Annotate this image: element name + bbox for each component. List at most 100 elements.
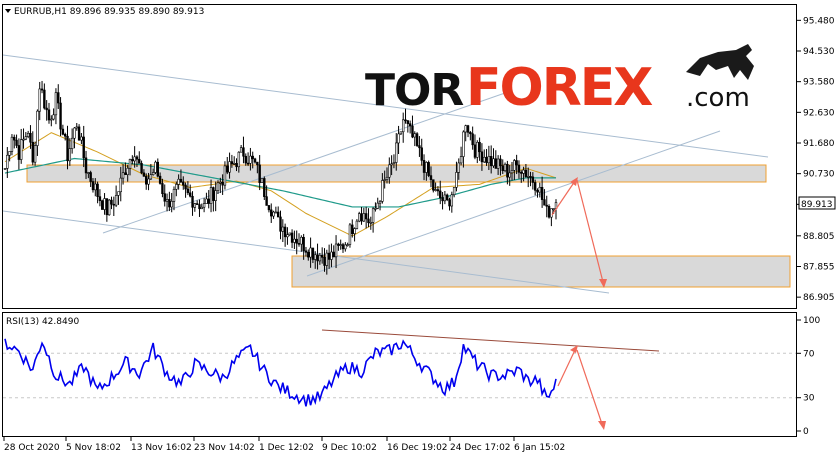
- candle-body: [258, 164, 261, 183]
- rsi-forecast-arrow-up: [557, 349, 576, 387]
- candle-body: [316, 254, 319, 262]
- candle-body: [351, 224, 354, 234]
- candle-body: [110, 199, 113, 205]
- candle-body: [487, 156, 491, 164]
- candle-body: [20, 139, 23, 160]
- candle-body: [156, 161, 159, 177]
- candle-body: [221, 181, 224, 186]
- candle-body: [376, 202, 379, 209]
- time-tick-label: 28 Oct 2020: [4, 443, 60, 453]
- candle-body: [151, 172, 155, 176]
- candle-body: [369, 222, 372, 224]
- candle-body: [323, 257, 326, 266]
- candle-body: [179, 178, 183, 183]
- eurrub-chart[interactable]: 95.48094.53093.58092.63091.68090.73089.7…: [0, 0, 838, 458]
- candle-body: [469, 132, 472, 135]
- candle-body: [40, 88, 44, 91]
- candle-body: [61, 128, 65, 135]
- candle-body: [492, 158, 495, 167]
- candle-body: [304, 250, 308, 253]
- candle-body: [462, 131, 465, 157]
- candle-body: [307, 251, 310, 258]
- rsi-axis: 100 70 30 0: [797, 316, 820, 437]
- price-tick-label: 90.730: [803, 170, 835, 180]
- candle-body: [15, 139, 18, 146]
- candle-body: [142, 172, 146, 177]
- candle-body: [126, 167, 129, 175]
- candle-body: [212, 187, 215, 201]
- candle-body: [249, 155, 252, 164]
- candle-body: [318, 254, 322, 262]
- candle-body: [112, 203, 116, 206]
- rsi-header: RSI(13) 42.8490: [6, 317, 79, 327]
- candle-body: [22, 138, 25, 141]
- candle-body: [140, 163, 143, 174]
- price-axis: 95.48094.53093.58092.63091.68090.73089.7…: [797, 16, 835, 303]
- candle-body: [520, 172, 523, 174]
- candle-body: [191, 195, 194, 208]
- candle-body: [364, 213, 368, 220]
- candle-body: [550, 208, 553, 218]
- candle-body: [445, 194, 449, 201]
- candle-body: [473, 144, 477, 158]
- rsi-pane-border: [2, 312, 797, 437]
- candle-body: [529, 176, 532, 178]
- candle-body: [270, 209, 273, 217]
- candle-body: [172, 188, 176, 202]
- candle-body: [251, 155, 254, 160]
- candle-body: [276, 211, 280, 218]
- candle-body: [202, 203, 206, 208]
- candle-body: [399, 131, 403, 135]
- rsi-forecast-arrowhead-down: [598, 421, 606, 430]
- candle-body: [253, 158, 257, 163]
- candle-body: [281, 226, 285, 232]
- rsi-tick-label: 70: [803, 349, 815, 359]
- rsi-series-line: [4, 338, 557, 407]
- candle-body: [302, 236, 305, 252]
- candle-body: [84, 157, 88, 174]
- candle-body: [293, 238, 296, 243]
- candle-body: [145, 175, 148, 185]
- candle-body: [13, 136, 16, 141]
- candle-body: [543, 199, 546, 206]
- candle-body: [138, 158, 141, 164]
- candle-body: [161, 183, 164, 194]
- candle-body: [395, 142, 398, 163]
- candle-body: [374, 208, 377, 210]
- candle-body: [508, 172, 511, 178]
- current-price-label: 89.913: [801, 200, 833, 210]
- price-tick-label: 86.905: [803, 293, 835, 303]
- candle-body: [10, 136, 14, 152]
- logo-com-text: .com: [686, 83, 750, 113]
- candle-body: [392, 162, 396, 165]
- candle-body: [425, 162, 428, 173]
- candle-body: [432, 179, 435, 191]
- candle-body: [480, 151, 484, 163]
- candle-body: [230, 161, 234, 165]
- rsi-tick-label: 100: [803, 316, 820, 326]
- candle-body: [24, 136, 28, 140]
- candle-body: [26, 132, 30, 137]
- candle-body: [320, 254, 324, 258]
- candle-body: [311, 247, 315, 260]
- candle-body: [288, 232, 291, 236]
- candle-body: [448, 199, 451, 207]
- candle-body: [337, 243, 340, 246]
- candle-body: [436, 189, 440, 192]
- candle-body: [515, 160, 518, 166]
- candle-body: [427, 162, 430, 176]
- candle-body: [339, 244, 342, 246]
- candle-body: [510, 170, 514, 174]
- time-tick-label: 9 Dec 10:02: [322, 443, 377, 453]
- candle-body: [207, 198, 210, 204]
- candle-body: [279, 216, 282, 232]
- dropdown-triangle-icon[interactable]: [5, 9, 11, 13]
- logo-tor-text: TOR: [365, 65, 463, 116]
- candle-body: [533, 182, 537, 191]
- candle-body: [355, 220, 359, 229]
- candle-body: [209, 187, 213, 204]
- time-tick-label: 16 Dec 19:02: [387, 443, 448, 453]
- candle-body: [226, 165, 229, 173]
- candle-body: [232, 163, 236, 165]
- candle-body: [80, 136, 83, 141]
